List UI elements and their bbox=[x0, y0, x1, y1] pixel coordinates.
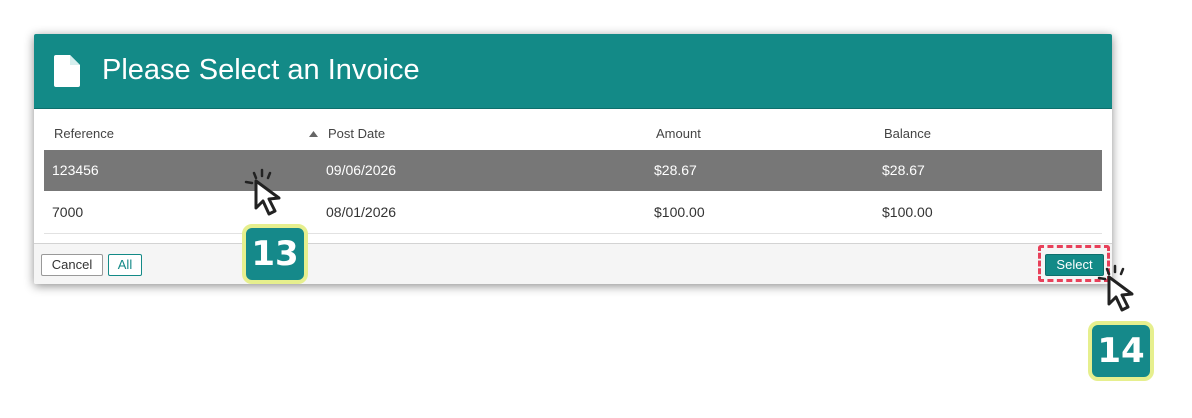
table-header: Reference Post Date Amount Balance bbox=[44, 122, 1102, 148]
dialog-title: Please Select an Invoice bbox=[102, 54, 420, 86]
click-cursor-icon bbox=[1097, 264, 1134, 312]
step-badge: 14 bbox=[1088, 321, 1154, 381]
dialog-footer: Cancel All Select bbox=[34, 243, 1112, 284]
click-cursor-icon bbox=[244, 168, 281, 216]
cell-amount: $100.00 bbox=[654, 204, 705, 220]
column-header-reference[interactable]: Reference bbox=[54, 126, 114, 141]
column-header-amount[interactable]: Amount bbox=[656, 126, 701, 141]
cancel-button[interactable]: Cancel bbox=[41, 254, 103, 276]
all-button[interactable]: All bbox=[108, 254, 142, 276]
document-icon bbox=[54, 55, 80, 87]
cell-reference: 7000 bbox=[52, 204, 84, 220]
cell-balance: $28.67 bbox=[882, 162, 925, 178]
table-row[interactable]: 123456 09/06/2026 $28.67 $28.67 bbox=[44, 150, 1102, 191]
step-badge: 13 bbox=[242, 224, 308, 284]
table-row[interactable]: 7000 08/01/2026 $100.00 $100.00 bbox=[44, 192, 1102, 234]
cell-post-date: 08/01/2026 bbox=[326, 204, 397, 220]
cell-balance: $100.00 bbox=[882, 204, 933, 220]
sort-ascending-icon bbox=[309, 131, 318, 137]
invoice-select-dialog: Please Select an Invoice Reference Post … bbox=[34, 34, 1112, 284]
dialog-header: Please Select an Invoice bbox=[34, 34, 1112, 109]
cell-reference: 123456 bbox=[52, 162, 99, 178]
column-header-post-date[interactable]: Post Date bbox=[328, 126, 385, 141]
cell-post-date: 09/06/2026 bbox=[326, 162, 397, 178]
column-header-balance[interactable]: Balance bbox=[884, 126, 931, 141]
cell-amount: $28.67 bbox=[654, 162, 697, 178]
